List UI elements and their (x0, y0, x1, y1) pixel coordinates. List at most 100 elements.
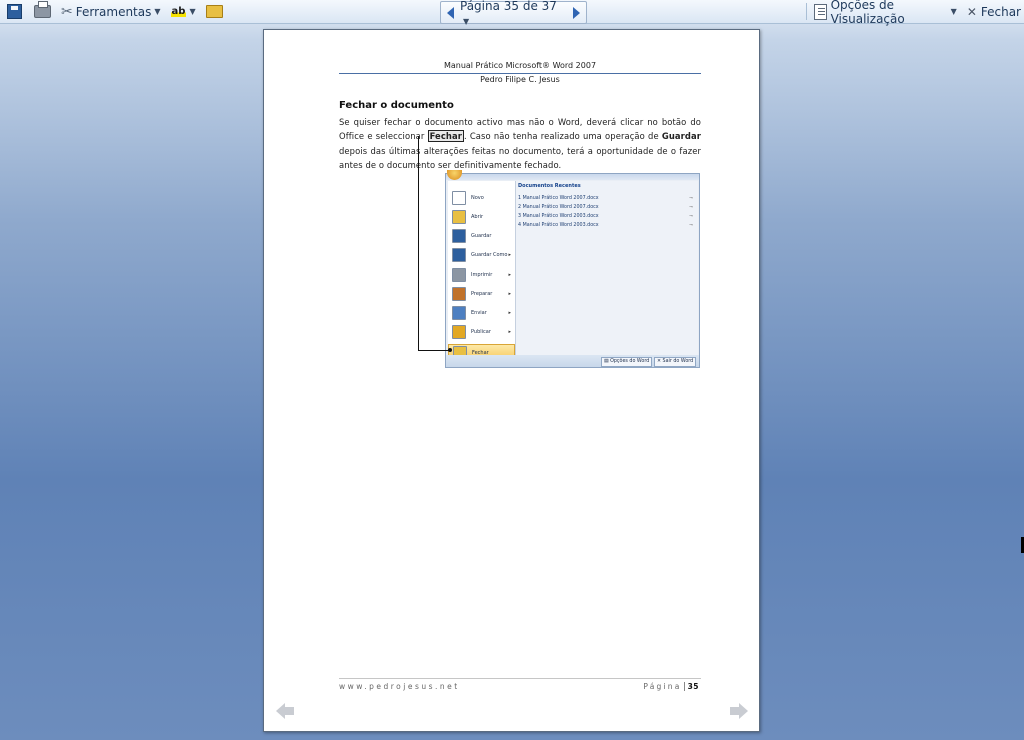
open-folder-button[interactable] (203, 1, 226, 22)
menu-item-icon (452, 229, 466, 243)
recent-documents-title: Documentos Recentes (518, 183, 581, 189)
menu-item-icon (452, 191, 466, 205)
footer-page: Página 35 (643, 682, 699, 691)
recent-item-label: 2 Manual Prático Word 2007.docx (518, 205, 599, 210)
office-menu-item: Guardar Como ▸ (448, 246, 515, 264)
chevron-down-icon: ▼ (463, 16, 470, 26)
para-text: . Caso não tenha realizado uma operação … (463, 131, 662, 142)
chevron-down-icon: ▼ (950, 7, 957, 16)
menu-item-label: Guardar (471, 233, 492, 239)
recent-item: 2 Manual Prático Word 2007.docx ⊸ (518, 205, 696, 213)
folder-icon (205, 5, 223, 18)
office-menu-item: Guardar (448, 227, 515, 245)
previous-page-arrow[interactable] (276, 703, 295, 719)
office-menu-item: Imprimir ▸ (448, 266, 515, 284)
office-menu-figure: Novo Abrir Guardar Guardar Como ▸ Imprimir ▸ Pr… (445, 170, 700, 368)
para-text: depois das últimas alterações feitas no … (339, 145, 701, 171)
recent-item: 1 Manual Prático Word 2007.docx ⊸ (518, 196, 696, 204)
footer-website: www.pedrojesus.net (339, 682, 460, 691)
section-title: Fechar o documento (339, 100, 454, 111)
callout-line (418, 350, 450, 351)
para-highlight-fechar: Fechar (427, 130, 464, 143)
chevron-down-icon: ▼ (189, 7, 196, 16)
arrow-right-icon (739, 703, 748, 719)
pin-icon: ⊸ (689, 196, 693, 201)
highlight-button[interactable]: ab ▼ (168, 1, 199, 22)
menu-item-icon (452, 268, 466, 282)
toolbar-divider (806, 3, 807, 20)
menu-item-label: Publicar (471, 329, 491, 335)
office-menu-top-bar (446, 174, 699, 180)
menu-item-icon (452, 325, 466, 339)
recent-documents-panel: Documentos Recentes 1 Manual Prático Wor… (516, 181, 698, 356)
save-icon (7, 4, 22, 19)
view-options-label: Opções de Visualização (830, 0, 905, 26)
view-options-icon (813, 3, 827, 20)
menu-item-icon (452, 287, 466, 301)
callout-dot (448, 348, 452, 352)
footer-page-number: 35 (683, 682, 699, 691)
callout-line (418, 136, 419, 351)
arrow-left-icon-body (284, 707, 294, 715)
office-menu-item: Preparar ▸ (448, 285, 515, 303)
menu-item-label: Enviar (471, 310, 487, 316)
menu-item-label: Guardar Como (471, 252, 508, 258)
save-button[interactable] (4, 1, 25, 22)
document-page: Manual Prático Microsoft® Word 2007 Pedr… (263, 29, 760, 732)
submenu-arrow-icon: ▸ (508, 252, 511, 258)
office-menu-item: Abrir (448, 208, 515, 226)
page-header-title: Manual Prático Microsoft® Word 2007 (443, 61, 597, 70)
close-button[interactable]: ✕ Fechar (964, 1, 1024, 22)
close-label: Fechar (980, 4, 1021, 19)
pin-icon: ⊸ (689, 223, 693, 228)
office-menu-item: Enviar ▸ (448, 304, 515, 322)
next-page-arrow[interactable] (729, 703, 748, 719)
menu-item-label: Novo (471, 195, 484, 201)
footer-page-label: Página (643, 682, 682, 691)
word-options-label: Opções do Word (610, 359, 650, 364)
menu-item-label: Abrir (471, 214, 484, 220)
pin-icon: ⊸ (689, 205, 693, 210)
submenu-arrow-icon: ▸ (508, 310, 511, 316)
menu-item-label: Imprimir (471, 272, 493, 278)
menu-item-icon (452, 210, 466, 224)
header-rule (339, 73, 701, 74)
para-bold-guardar: Guardar (661, 131, 701, 142)
page-indicator-label: Página 35 de 37 (460, 0, 557, 13)
print-button[interactable] (31, 1, 54, 22)
chevron-down-icon: ▼ (154, 7, 161, 16)
menu-item-label: Preparar (471, 291, 493, 297)
recent-item-label: 4 Manual Prático Word 2003.docx (518, 223, 599, 228)
page-indicator[interactable]: Página 35 de 37 ▼ (460, 0, 567, 27)
view-options-button[interactable]: Opções de Visualização ▼ (811, 0, 960, 26)
word-options-button: ▤ Opções do Word (601, 357, 653, 367)
submenu-arrow-icon: ▸ (508, 272, 511, 278)
recent-item-label: 3 Manual Prático Word 2003.docx (518, 214, 599, 219)
body-paragraph: Se quiser fechar o documento activo mas … (339, 115, 701, 173)
tools-menu-button[interactable]: ✂ Ferramentas ▼ (58, 1, 164, 22)
recent-item: 3 Manual Prático Word 2003.docx ⊸ (518, 214, 696, 222)
submenu-arrow-icon: ▸ (508, 291, 511, 297)
recent-item-label: 1 Manual Prático Word 2007.docx (518, 196, 599, 201)
tools-icon: ✂ (61, 3, 73, 20)
office-menu-item: Novo (448, 189, 515, 207)
spelling-icon: ab (170, 6, 187, 17)
recent-item: 4 Manual Prático Word 2003.docx ⊸ (518, 223, 696, 231)
office-menu-item: Publicar ▸ (448, 323, 515, 341)
exit-word-button: ✕ Sair do Word (654, 357, 697, 367)
menu-item-icon (452, 306, 466, 320)
printer-icon (34, 1, 51, 18)
close-icon: ✕ (966, 4, 977, 19)
next-page-icon[interactable] (573, 6, 580, 19)
office-menu-bottom-bar: ▤ Opções do Word ✕ Sair do Word (446, 355, 699, 367)
submenu-arrow-icon: ▸ (508, 329, 511, 335)
previous-page-icon[interactable] (447, 6, 454, 19)
footer-rule (339, 678, 701, 679)
office-menu-commands: Novo Abrir Guardar Guardar Como ▸ Imprimir ▸ Pr… (448, 181, 516, 362)
menu-item-icon (452, 248, 466, 262)
preview-toolbar: ✂ Ferramentas ▼ ab ▼ Página 35 de 37 ▼ O… (0, 0, 1024, 27)
pin-icon: ⊸ (689, 214, 693, 219)
exit-word-label: Sair do Word (662, 359, 694, 364)
page-header-author: Pedro Filipe C. Jesus (480, 75, 560, 84)
page-navigator: Página 35 de 37 ▼ (440, 0, 587, 27)
